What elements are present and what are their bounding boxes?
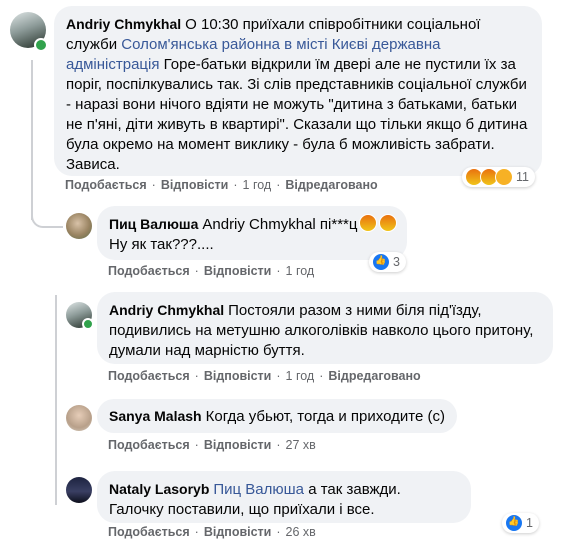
like-reaction-icon <box>505 514 523 532</box>
comment-actions: Подобається · Відповісти · 1 год · Відредагова… <box>108 369 421 383</box>
reaction-count: 3 <box>393 255 400 269</box>
comment-bubble: Andriy Chmykhal О 10:30 приїхали співробі… <box>54 6 542 176</box>
like-reaction-icon <box>372 253 390 271</box>
reaction-count: 1 <box>526 516 533 530</box>
like-button[interactable]: Подобається <box>65 178 147 192</box>
reply-button[interactable]: Відповісти <box>204 438 272 452</box>
comment-time[interactable]: 1 год <box>286 369 315 383</box>
comment-mention[interactable]: Andriy Chmykhal <box>202 216 315 233</box>
comment-actions: Подобається · Відповісти · 1 год · Відредагова… <box>65 178 378 192</box>
edited-label[interactable]: Відредаговано <box>328 369 420 383</box>
reply-button[interactable]: Відповісти <box>204 369 272 383</box>
thread-line <box>31 60 33 220</box>
comment-author[interactable]: Nataly Lasoryb <box>109 481 209 497</box>
comment-bubble: Andriy Chmykhal Постояли разом з ними біл… <box>97 292 553 364</box>
comment-text: Горе-батьки відкрили їм двері але не пус… <box>66 56 528 173</box>
comment-actions: Подобається · Відповісти · 1 год <box>108 264 315 278</box>
like-button[interactable]: Подобається <box>108 264 190 278</box>
reaction-summary[interactable]: 3 <box>369 252 406 272</box>
angry-reaction-icon <box>359 214 378 232</box>
like-button[interactable]: Подобається <box>108 525 190 539</box>
comment-bubble: Пиц Валюша Andriy Chmykhal пі***ц Ну як т… <box>97 206 407 260</box>
comment-time[interactable]: 1 год <box>286 264 315 278</box>
comment-text: Когда убьют, тогда и приходите (с) <box>205 408 445 425</box>
reply-button[interactable]: Відповісти <box>204 264 272 278</box>
avatar[interactable] <box>66 213 92 239</box>
comment-text: Ну як так???.... <box>109 236 214 253</box>
reply-button[interactable]: Відповісти <box>204 525 272 539</box>
reaction-summary[interactable]: 1 <box>502 513 539 533</box>
like-button[interactable]: Подобається <box>108 438 190 452</box>
avatar[interactable] <box>66 477 92 503</box>
comment-mention[interactable]: Пиц Валюша <box>213 481 304 498</box>
comment-author[interactable]: Пиц Валюша <box>109 216 198 232</box>
reaction-count: 11 <box>516 170 529 184</box>
comment-time[interactable]: 26 хв <box>286 525 316 539</box>
avatar[interactable] <box>66 405 92 431</box>
like-button[interactable]: Подобається <box>108 369 190 383</box>
edited-label[interactable]: Відредаговано <box>285 178 377 192</box>
comment-author[interactable]: Sanya Malash <box>109 408 202 424</box>
reply-button[interactable]: Відповісти <box>161 178 229 192</box>
angry-reaction-icon <box>379 214 398 232</box>
comment-author[interactable]: Andriy Chmykhal <box>109 302 224 318</box>
comment-author[interactable]: Andriy Chmykhal <box>66 16 181 32</box>
comment-text: пі***ц <box>315 216 358 233</box>
wow-reaction-icon <box>495 168 513 186</box>
reaction-summary[interactable]: 11 <box>462 167 535 187</box>
thread-elbow <box>31 210 63 228</box>
comment-time[interactable]: 27 хв <box>286 438 316 452</box>
comment-actions: Подобається · Відповісти · 26 хв <box>108 525 316 539</box>
online-status-icon <box>82 318 94 330</box>
comment-bubble: Sanya Malash Когда убьют, тогда и приходи… <box>97 399 457 433</box>
comment-bubble: Nataly Lasoryb Пиц Валюша а так завжди. Г… <box>97 471 471 523</box>
comment-actions: Подобається · Відповісти · 27 хв <box>108 438 316 452</box>
online-status-icon <box>34 38 48 52</box>
thread-line <box>55 295 57 505</box>
comment-time[interactable]: 1 год <box>243 178 272 192</box>
